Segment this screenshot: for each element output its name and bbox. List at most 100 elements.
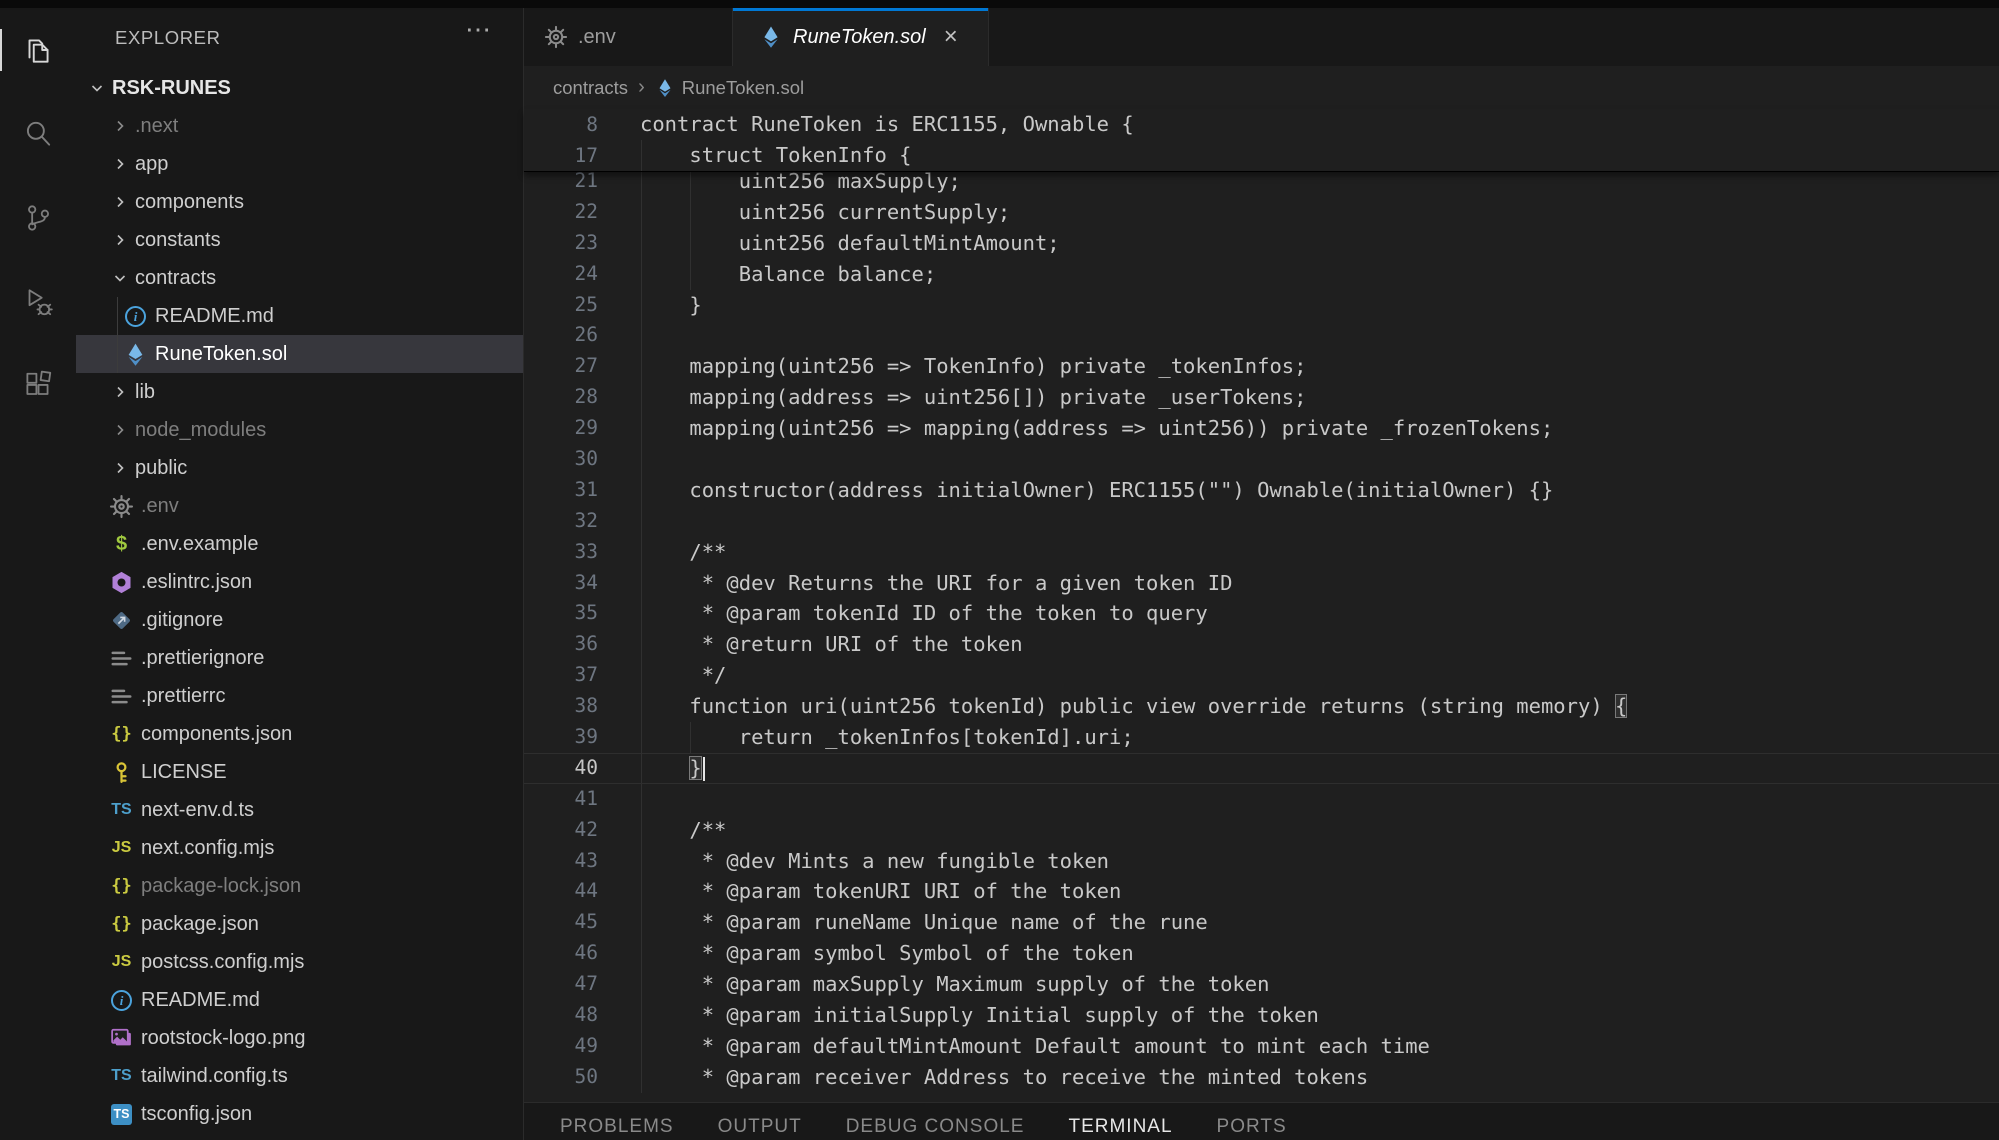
tree-item-license[interactable]: LICENSE [76, 753, 523, 791]
code-line-41[interactable]: 41 [524, 784, 1999, 815]
tree-item-app[interactable]: app [76, 145, 523, 183]
ts-icon: TS [109, 1064, 134, 1088]
code-line-48[interactable]: 48 * @param initialSupply Initial supply… [524, 1000, 1999, 1031]
source-control-icon[interactable] [0, 201, 76, 235]
more-actions-icon[interactable]: ⋯ [465, 16, 491, 42]
code-line-35[interactable]: 35 * @param tokenId ID of the token to q… [524, 598, 1999, 629]
tree-item-constants[interactable]: constants [76, 221, 523, 259]
panel-tab-problems[interactable]: PROBLEMS [560, 1116, 674, 1138]
tree-item-tsconfig-json[interactable]: TStsconfig.json [76, 1095, 523, 1133]
panel-tab-output[interactable]: OUTPUT [718, 1116, 802, 1138]
panel-tab-terminal[interactable]: TERMINAL [1068, 1116, 1172, 1138]
code-line-32[interactable]: 32 [524, 506, 1999, 537]
code-line-24[interactable]: 24 Balance balance; [524, 259, 1999, 290]
code-line-38[interactable]: 38 function uri(uint256 tokenId) public … [524, 691, 1999, 722]
tree-item-prettierrc[interactable]: .prettierrc [76, 677, 523, 715]
tree-item-label: .env.example [141, 533, 258, 556]
code-line-26[interactable]: 26 [524, 320, 1999, 351]
code-line-44[interactable]: 44 * @param tokenURI URI of the token [524, 876, 1999, 907]
search-icon[interactable] [0, 117, 76, 151]
code-line-27[interactable]: 27 mapping(uint256 => TokenInfo) private… [524, 351, 1999, 382]
code-line-21[interactable]: 21 uint256 maxSupply; [524, 171, 1999, 197]
tree-item-package-lock-json[interactable]: {}package-lock.json [76, 867, 523, 905]
tree-item-components-json[interactable]: {}components.json [76, 715, 523, 753]
code-line-43[interactable]: 43 * @dev Mints a new fungible token [524, 846, 1999, 877]
code-line-22[interactable]: 22 uint256 currentSupply; [524, 197, 1999, 228]
code-line-30[interactable]: 30 [524, 444, 1999, 475]
tree-item-contracts[interactable]: contracts [76, 259, 523, 297]
tree-item-tailwind-config-ts[interactable]: TStailwind.config.ts [76, 1057, 523, 1095]
chevron-right-icon [112, 118, 128, 134]
tree-item-public[interactable]: public [76, 449, 523, 487]
code-line-45[interactable]: 45 * @param runeName Unique name of the … [524, 907, 1999, 938]
tree-item-gitignore[interactable]: .gitignore [76, 601, 523, 639]
tree-item-components[interactable]: components [76, 183, 523, 221]
tree-item-label: package.json [141, 913, 259, 936]
indent-guide [641, 320, 642, 351]
tree-item-rootstock-logo-png[interactable]: rootstock-logo.png [76, 1019, 523, 1057]
panel-tab-ports[interactable]: PORTS [1217, 1116, 1287, 1138]
code-text: * @param symbol Symbol of the token [640, 938, 1999, 969]
code-line-37[interactable]: 37 */ [524, 660, 1999, 691]
tab-runetoken-sol[interactable]: RuneToken.sol× [733, 8, 989, 66]
tree-item-next-env-d-ts[interactable]: TSnext-env.d.ts [76, 791, 523, 829]
tree-item-prettierignore[interactable]: .prettierignore [76, 639, 523, 677]
code-line-42[interactable]: 42 /** [524, 815, 1999, 846]
vscode-window: EXPLORER ⋯ RSK-RUNES.nextappcomponentsco… [0, 0, 1999, 1140]
code-viewport[interactable]: 21 uint256 maxSupply;22 uint256 currentS… [524, 171, 1999, 1103]
code-line-31[interactable]: 31 constructor(address initialOwner) ERC… [524, 475, 1999, 506]
line-number: 33 [524, 537, 598, 568]
line-number: 8 [524, 109, 598, 140]
code-line-25[interactable]: 25 } [524, 290, 1999, 321]
code-line-23[interactable]: 23 uint256 defaultMintAmount; [524, 228, 1999, 259]
run-debug-icon[interactable] [0, 285, 76, 319]
tree-item-rsk-runes[interactable]: RSK-RUNES [76, 69, 523, 107]
breadcrumb-folder[interactable]: contracts [553, 77, 628, 99]
tree-item-env[interactable]: .env [76, 487, 523, 525]
tree-item-readme-md[interactable]: iREADME.md [76, 981, 523, 1019]
code-text: return _tokenInfos[tokenId].uri; [640, 722, 1999, 753]
code-line-28[interactable]: 28 mapping(address => uint256[]) private… [524, 382, 1999, 413]
extensions-icon[interactable] [0, 369, 76, 403]
js-icon: JS [109, 836, 134, 860]
code-line-36[interactable]: 36 * @return URI of the token [524, 629, 1999, 660]
tree-item-next[interactable]: .next [76, 107, 523, 145]
indent-guide [641, 506, 642, 537]
tree-item-label: RSK-RUNES [112, 77, 231, 100]
dollar-icon: $ [109, 532, 134, 556]
code-line-47[interactable]: 47 * @param maxSupply Maximum supply of … [524, 969, 1999, 1000]
tree-item-eslintrc-json[interactable]: .eslintrc.json [76, 563, 523, 601]
tree-item-lib[interactable]: lib [76, 373, 523, 411]
code-line-34[interactable]: 34 * @dev Returns the URI for a given to… [524, 568, 1999, 599]
tab-env[interactable]: .env [524, 8, 733, 66]
tree-item-node-modules[interactable]: node_modules [76, 411, 523, 449]
panel-tab-bar: PROBLEMS OUTPUT DEBUG CONSOLE TERMINAL PORTS [524, 1103, 1999, 1138]
code-line-40[interactable]: 40 } [524, 753, 1999, 784]
tree-item-package-json[interactable]: {}package.json [76, 905, 523, 943]
sticky-scroll[interactable]: 8contract RuneToken is ERC1155, Ownable … [524, 109, 1999, 172]
code-line-50[interactable]: 50 * @param receiver Address to receive … [524, 1062, 1999, 1093]
code-line-49[interactable]: 49 * @param defaultMintAmount Default am… [524, 1031, 1999, 1062]
code-text: uint256 maxSupply; [640, 171, 1999, 197]
code-line-17[interactable]: 17 struct TokenInfo { [524, 140, 1999, 171]
chevron-right-icon [112, 460, 128, 476]
solidity-icon [655, 77, 675, 99]
code-line-8[interactable]: 8contract RuneToken is ERC1155, Ownable … [524, 109, 1999, 140]
code-line-46[interactable]: 46 * @param symbol Symbol of the token [524, 938, 1999, 969]
code-line-33[interactable]: 33 /** [524, 537, 1999, 568]
line-number: 32 [524, 506, 598, 537]
tree-item-label: constants [135, 229, 221, 252]
code-line-29[interactable]: 29 mapping(uint256 => mapping(address =>… [524, 413, 1999, 444]
code-text: * @param tokenURI URI of the token [640, 876, 1999, 907]
code-line-39[interactable]: 39 return _tokenInfos[tokenId].uri; [524, 722, 1999, 753]
tree-item-runetoken-sol[interactable]: RuneToken.sol [76, 335, 523, 373]
close-icon[interactable]: × [944, 25, 958, 49]
panel-tab-debug-console[interactable]: DEBUG CONSOLE [846, 1116, 1025, 1138]
breadcrumb-file[interactable]: RuneToken.sol [682, 77, 804, 99]
tree-item-env-example[interactable]: $ .env.example [76, 525, 523, 563]
tree-item-readme-md[interactable]: iREADME.md [76, 297, 523, 335]
tree-item-postcss-config-mjs[interactable]: JSpostcss.config.mjs [76, 943, 523, 981]
tree-item-label: lib [135, 381, 155, 404]
files-icon[interactable] [0, 33, 76, 67]
tree-item-next-config-mjs[interactable]: JSnext.config.mjs [76, 829, 523, 867]
